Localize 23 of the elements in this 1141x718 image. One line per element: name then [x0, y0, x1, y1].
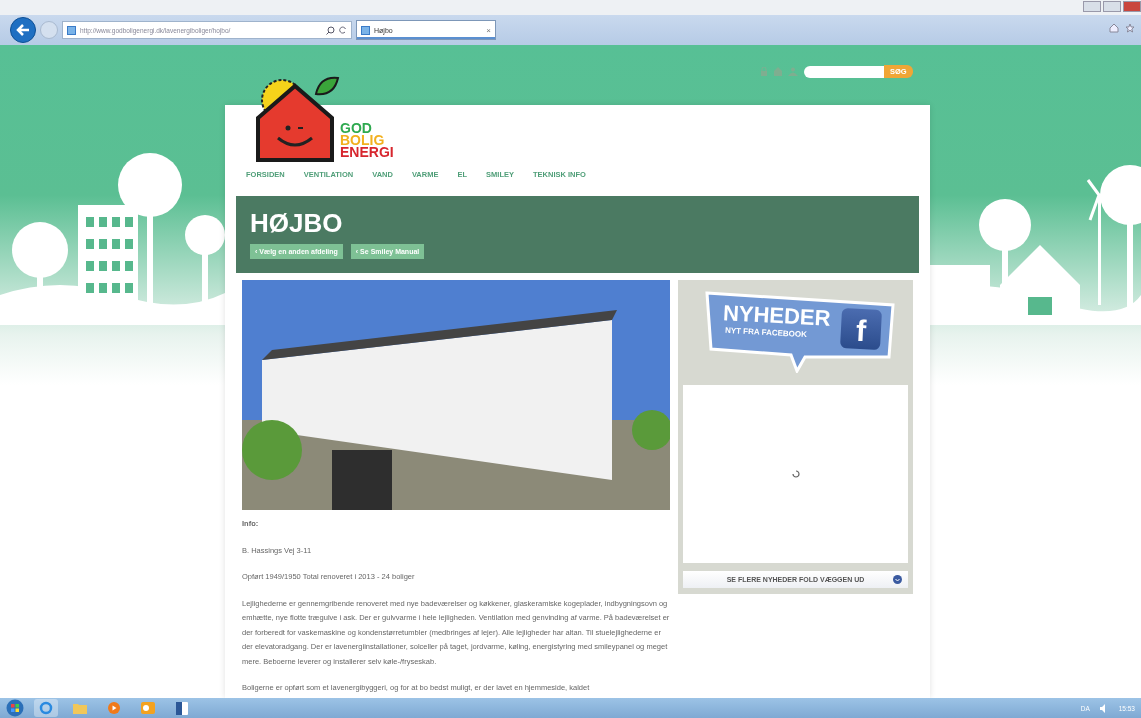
- logo-text: ENERGI: [340, 146, 394, 158]
- start-button[interactable]: [6, 699, 24, 717]
- page-title: HØJBO: [250, 208, 344, 238]
- arrow-circle-icon: [893, 575, 902, 585]
- minimize-button[interactable]: [1083, 1, 1101, 12]
- browser-taskbar-icon[interactable]: [34, 699, 58, 717]
- tab-close-button[interactable]: ×: [486, 25, 491, 35]
- forward-button[interactable]: [40, 21, 58, 39]
- page-icon: [361, 25, 370, 35]
- page-icon: [67, 25, 76, 35]
- home-icon[interactable]: [1109, 23, 1119, 33]
- loading-spinner-icon: [791, 469, 800, 478]
- back-button[interactable]: [10, 17, 36, 43]
- close-button[interactable]: [1123, 1, 1141, 12]
- refresh-icon[interactable]: [339, 26, 347, 34]
- logo-text: GOD: [340, 122, 372, 134]
- maximize-button[interactable]: [1103, 1, 1121, 12]
- star-icon[interactable]: [1125, 23, 1135, 33]
- search-icon[interactable]: [326, 25, 335, 35]
- logo-text: BOLIG: [340, 134, 385, 146]
- news-subtitle: NYT FRA FACEBOOK: [724, 325, 808, 340]
- back-arrow-icon: [16, 24, 30, 36]
- search-field[interactable]: [804, 65, 884, 78]
